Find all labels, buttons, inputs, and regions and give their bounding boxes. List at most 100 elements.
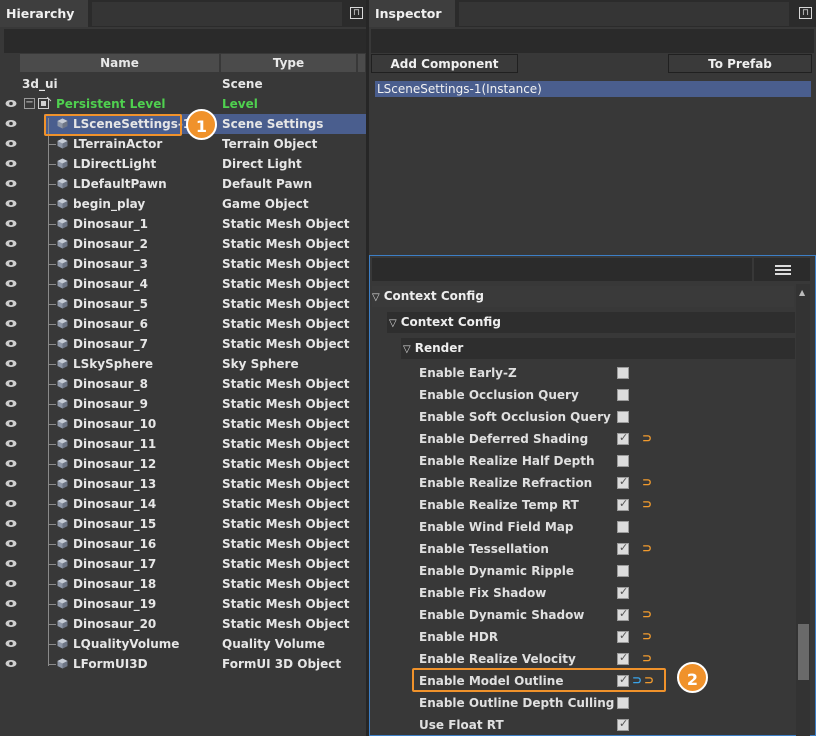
tree-row[interactable]: Dinosaur_20 Static Mesh Object xyxy=(0,614,366,634)
property-checkbox[interactable] xyxy=(617,651,629,665)
collapse-icon[interactable]: − xyxy=(24,98,35,109)
tree-row[interactable]: Dinosaur_3 Static Mesh Object xyxy=(0,254,366,274)
scroll-up-icon[interactable]: ▲ xyxy=(799,288,805,297)
tree-row[interactable]: Dinosaur_6 Static Mesh Object xyxy=(0,314,366,334)
eye-icon[interactable] xyxy=(5,599,17,608)
property-checkbox[interactable] xyxy=(617,585,629,599)
tree-row[interactable]: Dinosaur_9 Static Mesh Object xyxy=(0,394,366,414)
tree-row[interactable]: Dinosaur_1 Static Mesh Object xyxy=(0,214,366,234)
tree-row[interactable]: Dinosaur_12 Static Mesh Object xyxy=(0,454,366,474)
eye-icon[interactable] xyxy=(5,379,17,388)
tree-row[interactable]: Dinosaur_18 Static Mesh Object xyxy=(0,574,366,594)
eye-icon[interactable] xyxy=(5,439,17,448)
to-prefab-button[interactable]: To Prefab xyxy=(668,54,812,73)
eye-icon[interactable] xyxy=(5,159,17,168)
tree-row[interactable]: LSkySphere Sky Sphere xyxy=(0,354,366,374)
eye-icon[interactable] xyxy=(5,559,17,568)
tree-row[interactable]: Dinosaur_15 Static Mesh Object xyxy=(0,514,366,534)
eye-icon[interactable] xyxy=(5,239,17,248)
eye-icon[interactable] xyxy=(5,659,17,668)
inspector-scrollbar[interactable]: ▲ xyxy=(796,284,810,736)
reset-default-icon[interactable]: ⊃ xyxy=(642,651,652,665)
hierarchy-tab[interactable]: Hierarchy xyxy=(0,0,88,27)
property-checkbox[interactable] xyxy=(617,541,629,555)
eye-icon[interactable] xyxy=(5,639,17,648)
property-checkbox[interactable] xyxy=(617,565,629,577)
property-checkbox[interactable] xyxy=(617,367,629,379)
eye-icon[interactable] xyxy=(5,199,17,208)
tree-row[interactable]: Dinosaur_19 Static Mesh Object xyxy=(0,594,366,614)
section-context-config-inner[interactable]: ▽ Context Config xyxy=(387,312,795,333)
tree-row-level[interactable]: − Persistent Level Level xyxy=(0,94,366,114)
column-header-name[interactable]: Name xyxy=(20,54,219,72)
eye-icon[interactable] xyxy=(5,279,17,288)
property-checkbox[interactable] xyxy=(617,629,629,643)
reset-default-icon[interactable]: ⊃ xyxy=(642,497,652,511)
eye-icon[interactable] xyxy=(5,399,17,408)
tree-row[interactable]: LFormUI3D FormUI 3D Object xyxy=(0,654,366,674)
eye-icon[interactable] xyxy=(5,319,17,328)
instance-label[interactable]: LSceneSettings-1(Instance) xyxy=(375,81,811,97)
inspector-search-bar[interactable] xyxy=(371,29,814,53)
property-checkbox[interactable] xyxy=(617,455,629,467)
tree-row[interactable]: Dinosaur_4 Static Mesh Object xyxy=(0,274,366,294)
tree-row[interactable]: begin_play Game Object xyxy=(0,194,366,214)
eye-icon[interactable] xyxy=(5,119,17,128)
property-checkbox[interactable] xyxy=(617,431,629,445)
tree-row[interactable]: LTerrainActor Terrain Object xyxy=(0,134,366,154)
eye-icon[interactable] xyxy=(5,479,17,488)
eye-icon[interactable] xyxy=(5,219,17,228)
property-checkbox[interactable] xyxy=(617,607,629,621)
tree-row[interactable]: Dinosaur_14 Static Mesh Object xyxy=(0,494,366,514)
tree-row[interactable]: Dinosaur_13 Static Mesh Object xyxy=(0,474,366,494)
property-checkbox[interactable] xyxy=(617,475,629,489)
menu-button[interactable] xyxy=(754,258,810,281)
eye-icon[interactable] xyxy=(5,359,17,368)
eye-icon[interactable] xyxy=(5,519,17,528)
property-filter-bar[interactable] xyxy=(372,258,752,281)
tree-row[interactable]: Dinosaur_16 Static Mesh Object xyxy=(0,534,366,554)
tree-row[interactable]: LDefaultPawn Default Pawn xyxy=(0,174,366,194)
eye-icon[interactable] xyxy=(5,259,17,268)
property-checkbox[interactable] xyxy=(617,717,629,731)
eye-icon[interactable] xyxy=(5,539,17,548)
eye-icon[interactable] xyxy=(5,139,17,148)
tree-row[interactable]: LDirectLight Direct Light xyxy=(0,154,366,174)
tree-row-root[interactable]: 3d_ui Scene xyxy=(0,74,366,94)
reset-default-icon[interactable]: ⊃ xyxy=(642,475,652,489)
tree-row[interactable]: LQualityVolume Quality Volume xyxy=(0,634,366,654)
eye-icon[interactable] xyxy=(5,339,17,348)
reset-default-icon[interactable]: ⊃ xyxy=(642,607,652,621)
column-header-type[interactable]: Type xyxy=(221,54,356,72)
add-component-button[interactable]: Add Component xyxy=(371,54,518,73)
eye-icon[interactable] xyxy=(5,459,17,468)
property-checkbox[interactable] xyxy=(617,411,629,423)
section-render[interactable]: ▽ Render xyxy=(401,338,795,359)
tree-row[interactable]: Dinosaur_2 Static Mesh Object xyxy=(0,234,366,254)
pin-icon[interactable]: ⊓ xyxy=(350,7,363,19)
reset-default-icon[interactable]: ⊃ xyxy=(642,431,652,445)
scrollbar-thumb[interactable] xyxy=(798,624,809,680)
inspector-tab[interactable]: Inspector xyxy=(369,0,455,27)
eye-icon[interactable] xyxy=(5,299,17,308)
tree-row[interactable]: Dinosaur_7 Static Mesh Object xyxy=(0,334,366,354)
hierarchy-search-bar[interactable] xyxy=(4,29,366,53)
property-checkbox[interactable] xyxy=(617,521,629,533)
eye-icon[interactable] xyxy=(5,179,17,188)
reset-default-icon[interactable]: ⊃ xyxy=(642,541,652,555)
pin-icon[interactable]: ⊓ xyxy=(799,7,812,19)
property-checkbox[interactable] xyxy=(617,389,629,401)
eye-icon[interactable] xyxy=(5,99,17,108)
tree-row[interactable]: Dinosaur_10 Static Mesh Object xyxy=(0,414,366,434)
eye-icon[interactable] xyxy=(5,579,17,588)
eye-icon[interactable] xyxy=(5,619,17,628)
section-context-config[interactable]: ▽ Context Config xyxy=(372,286,794,307)
tree-row[interactable]: Dinosaur_17 Static Mesh Object xyxy=(0,554,366,574)
property-checkbox[interactable] xyxy=(617,697,629,709)
tree-row[interactable]: Dinosaur_11 Static Mesh Object xyxy=(0,434,366,454)
eye-icon[interactable] xyxy=(5,499,17,508)
tree-row[interactable]: Dinosaur_8 Static Mesh Object xyxy=(0,374,366,394)
property-checkbox[interactable] xyxy=(617,497,629,511)
reset-default-icon[interactable]: ⊃ xyxy=(642,629,652,643)
tree-row[interactable]: Dinosaur_5 Static Mesh Object xyxy=(0,294,366,314)
